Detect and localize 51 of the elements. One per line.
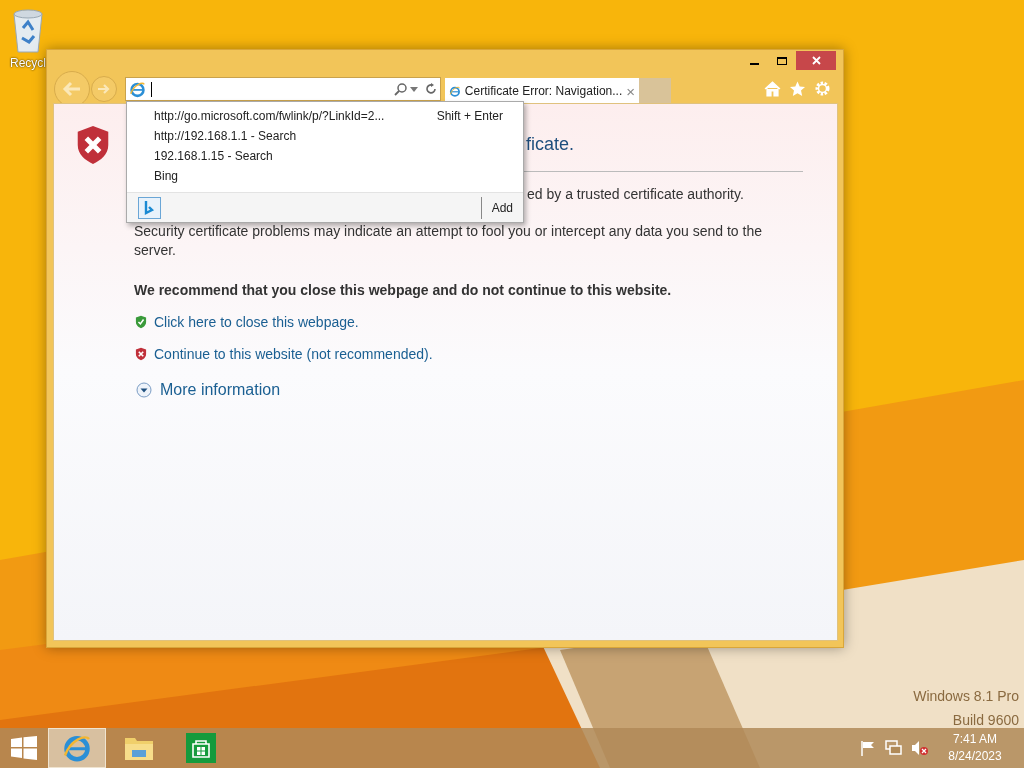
- forward-arrow-icon: [97, 83, 111, 95]
- more-information-link[interactable]: More information: [160, 378, 281, 402]
- suggestion-text: http://192.168.1.1 - Search: [154, 128, 297, 145]
- star-icon[interactable]: [789, 80, 806, 97]
- text-cursor: [151, 81, 152, 97]
- muted-speaker-icon[interactable]: [911, 740, 928, 756]
- recycle-bin-icon[interactable]: [11, 8, 45, 54]
- close-button[interactable]: [796, 51, 836, 70]
- suggestion-item[interactable]: http://go.microsoft.com/fwlink/p/?LinkId=2... Shift + Enter: [127, 106, 523, 126]
- settings-icon[interactable]: [814, 80, 831, 97]
- home-icon[interactable]: [764, 80, 781, 97]
- taskbar-app-button[interactable]: [48, 728, 106, 768]
- continue-link[interactable]: Continue to this website (not recommended).: [154, 344, 433, 364]
- page-icon: [129, 80, 146, 98]
- store-bag-icon: [186, 733, 216, 763]
- recommendation-text: We recommend that you close this webpage and do not continue to this website.: [134, 281, 673, 300]
- close-page-link[interactable]: Click here to close this webpage.: [154, 312, 359, 332]
- tab-title: Certificate Error: Navigation...: [464, 83, 623, 100]
- minimize-icon: [749, 62, 759, 65]
- suggestion-text: http://go.microsoft.com/fwlink/p/?LinkId=2...: [154, 108, 385, 125]
- page-heading: ficate.: [526, 133, 576, 156]
- browser-logo-icon: [62, 733, 92, 763]
- suggestion-text: Bing: [154, 168, 179, 185]
- desktop-icon-label: Recycl: [10, 55, 46, 72]
- flag-icon[interactable]: [860, 740, 876, 756]
- browser-tab[interactable]: Certificate Error: Navigation... ×: [445, 78, 639, 104]
- suggestion-item[interactable]: 192.168.1.15 - Search: [127, 146, 523, 166]
- check-shield-icon: [134, 315, 148, 329]
- search-icon[interactable]: [394, 82, 407, 96]
- forward-button[interactable]: [91, 76, 117, 102]
- add-provider-button[interactable]: Add: [481, 198, 523, 217]
- certificate-message: ed by a trusted certificate authority.: [527, 185, 745, 204]
- address-field[interactable]: [125, 77, 441, 101]
- tab-close-button[interactable]: ×: [626, 83, 635, 99]
- refresh-icon[interactable]: [425, 83, 437, 95]
- back-arrow-icon: [62, 81, 82, 97]
- warning-paragraph: Security certificate problems may indicate an attempt to fool you or intercept any data you send to the server.: [134, 222, 763, 260]
- network-icon[interactable]: [885, 740, 902, 756]
- search-provider-icon[interactable]: [138, 196, 161, 219]
- close-icon: [811, 56, 821, 65]
- suggestion-text: 192.168.1.15 - Search: [154, 148, 273, 165]
- dropdown-caret-icon[interactable]: [410, 86, 418, 92]
- os-version-text: Build 9600: [952, 711, 1019, 730]
- expand-icon[interactable]: [136, 382, 152, 398]
- suggestion-item[interactable]: http://192.168.1.1 - Search: [127, 126, 523, 146]
- os-version-text: Windows 8.1 Pro: [913, 687, 1019, 706]
- shortcut-hint: Shift + Enter: [436, 108, 503, 125]
- suggestion-item[interactable]: Bing: [127, 166, 523, 186]
- windows-logo-icon: [11, 736, 37, 760]
- maximize-icon: [777, 56, 787, 65]
- x-shield-icon: [134, 347, 148, 361]
